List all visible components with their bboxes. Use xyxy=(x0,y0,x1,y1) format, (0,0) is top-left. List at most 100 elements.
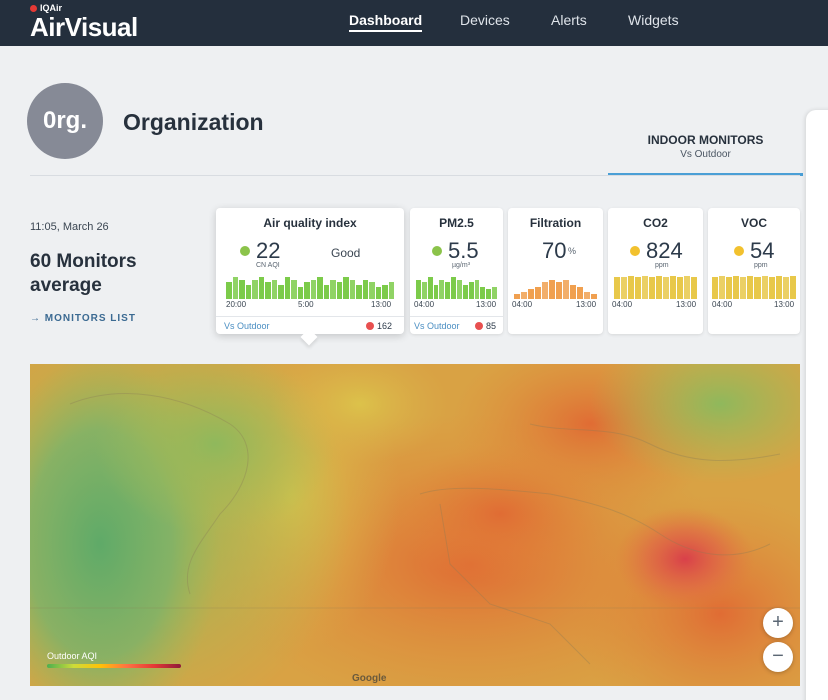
chart-bar xyxy=(614,277,620,299)
header-divider xyxy=(30,175,800,176)
voc-status-dot xyxy=(734,246,744,256)
chart-bar xyxy=(649,277,655,299)
monitors-list-link[interactable]: → MONITORS LIST xyxy=(30,313,136,324)
chart-bar xyxy=(761,276,768,299)
chart-bar xyxy=(670,276,676,299)
chart-bar xyxy=(542,282,548,299)
pm25-vs-value: 85 xyxy=(486,321,497,331)
chart-bar xyxy=(297,287,303,299)
nav-alerts[interactable]: Alerts xyxy=(551,12,587,28)
chart-bar xyxy=(747,276,754,299)
tab-title: INDOOR MONITORS xyxy=(647,133,764,147)
zoom-in-button[interactable]: + xyxy=(763,608,793,638)
chart-bar xyxy=(388,282,394,299)
chart-bar xyxy=(549,280,555,299)
chart-bar xyxy=(628,276,634,299)
co2-bar-chart xyxy=(614,275,697,299)
pm25-vs-dot xyxy=(475,322,483,330)
voc-axis-start: 04:00 xyxy=(712,300,733,309)
outdoor-aqi-map[interactable]: + − xyxy=(30,364,800,686)
chart-bar xyxy=(789,276,796,299)
chart-bar xyxy=(427,277,433,299)
map-legend-label: Outdoor AQI xyxy=(47,651,98,661)
aqi-status-dot xyxy=(240,246,250,256)
aqi-unit: CN AQI xyxy=(256,262,280,269)
card-pm25[interactable]: PM2.5 5.5 µg/m³ 04:00 13:00 Vs Outdoor 8… xyxy=(410,208,503,334)
aqi-axis-start: 20:00 xyxy=(226,300,247,309)
chart-bar xyxy=(577,287,583,299)
chart-bar xyxy=(474,280,480,299)
chart-bar xyxy=(439,280,445,299)
chart-bar xyxy=(291,280,297,299)
pm25-vs-outdoor: Vs Outdoor 85 xyxy=(410,316,503,334)
map-legend-scale xyxy=(47,664,181,668)
pm25-status-dot xyxy=(432,246,442,256)
chart-bar xyxy=(719,276,726,299)
tab-subtitle: Vs Outdoor xyxy=(680,149,731,160)
nav-dashboard[interactable]: Dashboard xyxy=(349,12,423,32)
aqi-heatmap xyxy=(30,364,800,686)
card-co2-title: CO2 xyxy=(643,216,668,230)
monitors-average-title: 60 Monitors average xyxy=(30,251,137,296)
chart-bar xyxy=(754,277,761,299)
chart-bar xyxy=(457,280,462,299)
chart-bar xyxy=(556,282,562,299)
map-attribution: Google xyxy=(352,673,387,684)
chart-bar xyxy=(642,276,648,299)
chart-bar xyxy=(480,287,486,299)
card-aqi-title: Air quality index xyxy=(263,216,357,230)
chart-bar xyxy=(258,277,264,299)
card-voc[interactable]: VOC 54 ppm 04:00 13:00 xyxy=(708,208,800,334)
voc-value: 54 xyxy=(750,238,775,263)
card-filtration[interactable]: Filtration 70 % 04:00 13:00 xyxy=(508,208,603,334)
airvisual-logo[interactable]: AirVisual xyxy=(30,12,138,43)
aqi-value: 22 xyxy=(256,238,281,263)
aqi-bar-chart xyxy=(226,275,394,299)
pm25-value: 5.5 xyxy=(448,238,479,263)
chart-bar xyxy=(310,280,316,299)
pm25-bar-chart xyxy=(416,275,498,299)
voc-bar-chart xyxy=(712,275,796,299)
chart-bar xyxy=(591,294,597,299)
chart-bar xyxy=(433,285,439,299)
chart-bar xyxy=(486,289,492,299)
chart-bar xyxy=(528,289,534,299)
aqi-vs-dot xyxy=(366,322,374,330)
tab-indoor-monitors[interactable]: INDOOR MONITORS Vs Outdoor xyxy=(608,128,803,176)
chart-bar xyxy=(621,277,627,299)
chart-bar xyxy=(712,277,719,299)
nav-devices[interactable]: Devices xyxy=(460,12,510,28)
chart-bar xyxy=(563,280,569,299)
chart-bar xyxy=(584,292,590,299)
chart-bar xyxy=(492,287,498,299)
card-aqi[interactable]: Air quality index 22 CN AQI Good 20:00 5… xyxy=(216,208,404,334)
chart-bar xyxy=(421,282,427,299)
chart-bar xyxy=(782,277,789,299)
card-co2[interactable]: CO2 824 ppm 04:00 13:00 xyxy=(608,208,703,334)
chart-bar xyxy=(514,294,520,299)
chart-bar xyxy=(451,277,457,299)
chart-bar xyxy=(468,282,474,299)
chart-bar xyxy=(521,292,527,299)
chart-bar xyxy=(330,280,336,299)
chart-bar xyxy=(349,280,355,299)
chart-bar xyxy=(684,276,690,299)
chart-bar xyxy=(343,277,349,299)
co2-axis-start: 04:00 xyxy=(612,300,633,309)
chart-bar xyxy=(416,280,421,299)
pm25-vs-label: Vs Outdoor xyxy=(414,321,460,331)
zoom-out-button[interactable]: − xyxy=(763,642,793,672)
filtration-axis-start: 04:00 xyxy=(512,300,533,309)
co2-status-dot xyxy=(630,246,640,256)
aqi-vs-label: Vs Outdoor xyxy=(224,321,270,331)
filtration-value: 70 xyxy=(542,238,567,263)
nav-widgets[interactable]: Widgets xyxy=(628,12,679,28)
filtration-bar-chart xyxy=(514,275,597,299)
chart-bar xyxy=(369,282,375,299)
chart-bar xyxy=(663,277,669,299)
chart-bar xyxy=(278,285,284,299)
chart-bar xyxy=(535,287,541,299)
chart-bar xyxy=(284,277,290,299)
org-avatar: 0rg. xyxy=(27,83,103,159)
chart-bar xyxy=(656,276,662,299)
